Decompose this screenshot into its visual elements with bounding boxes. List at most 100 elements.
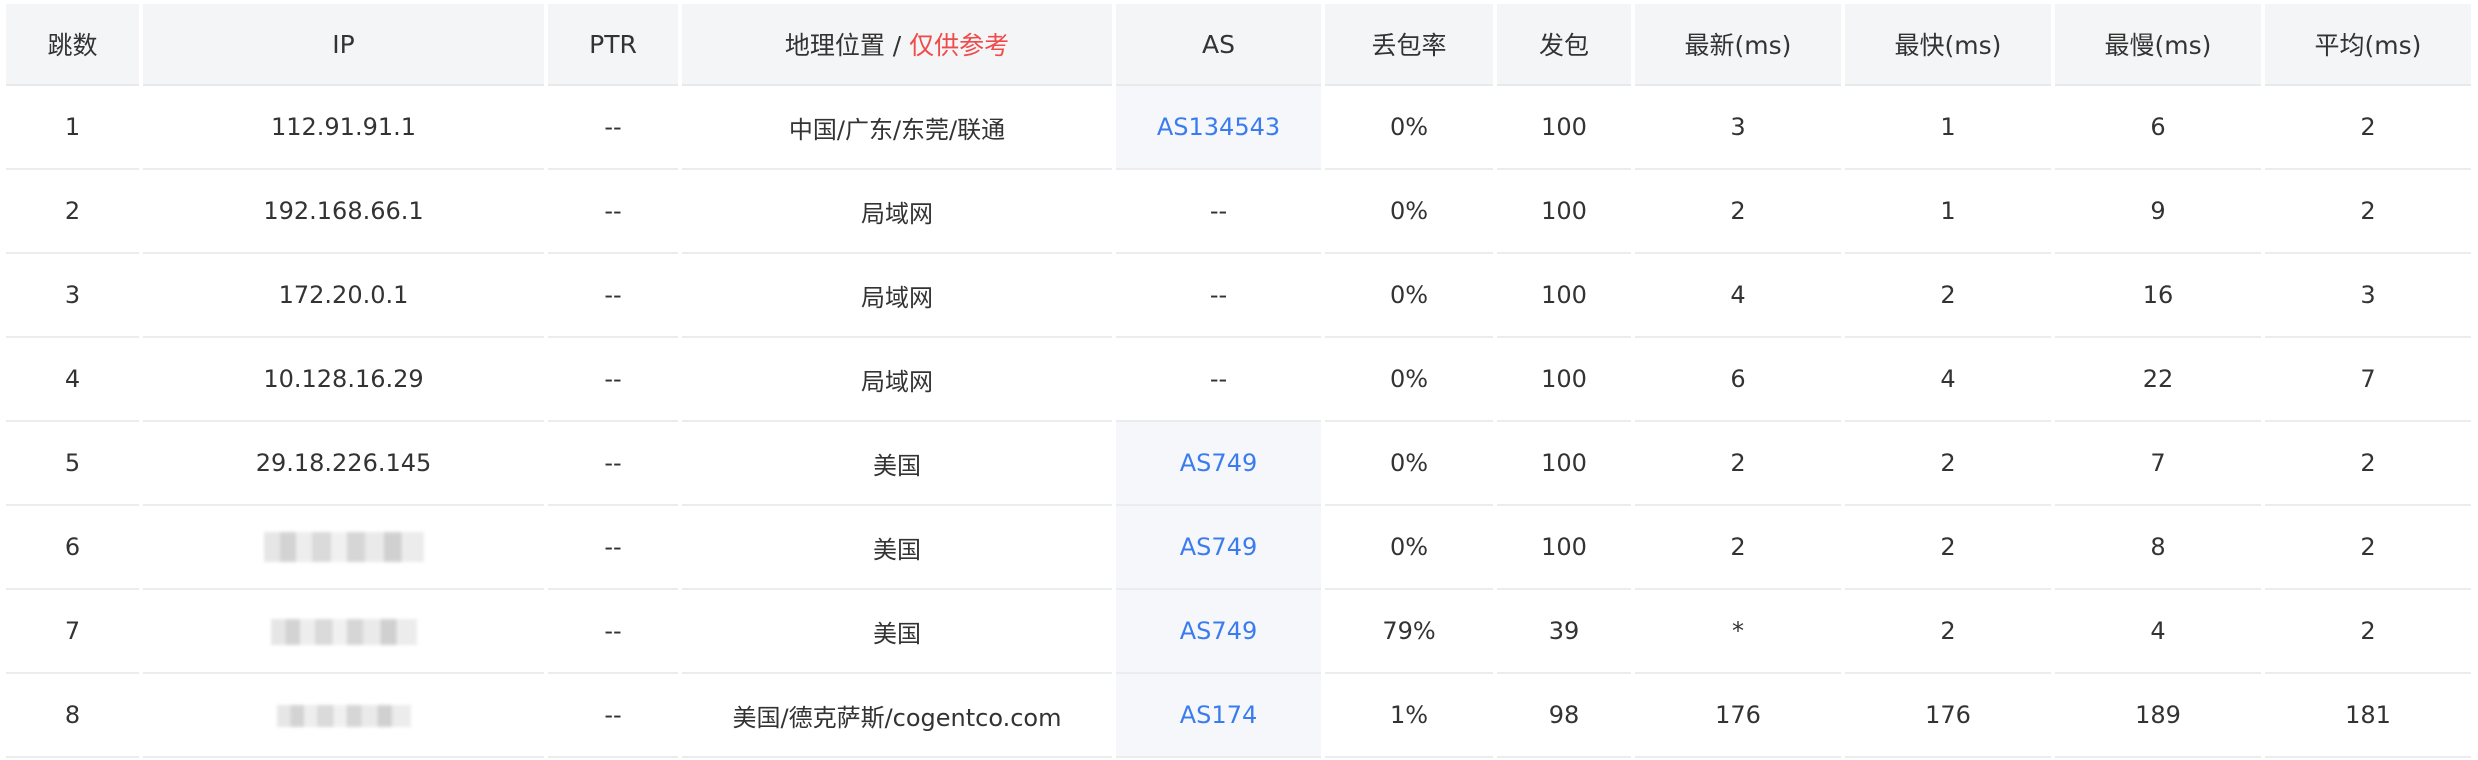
worst-cell: 16 xyxy=(2055,254,2261,338)
ptr-cell: -- xyxy=(548,254,678,338)
ip-cell: 10.128.16.29 xyxy=(143,338,544,422)
table-row: 6 -- 美国 AS749 0% 100 2 2 8 2 xyxy=(6,506,2471,590)
table-body: 1 112.91.91.1 -- 中国/广东/东莞/联通 AS134543 0%… xyxy=(6,86,2471,758)
sent-cell: 100 xyxy=(1497,170,1631,254)
header-geo: 地理位置 / 仅供参考 xyxy=(682,4,1112,86)
worst-cell: 9 xyxy=(2055,170,2261,254)
as-link[interactable]: AS749 xyxy=(1180,533,1257,561)
avg-cell: 2 xyxy=(2265,506,2471,590)
loss-cell: 0% xyxy=(1325,338,1493,422)
worst-cell: 8 xyxy=(2055,506,2261,590)
hop-cell: 8 xyxy=(6,674,139,758)
table-row: 5 29.18.226.145 -- 美国 AS749 0% 100 2 2 7… xyxy=(6,422,2471,506)
geo-cell: 局域网 xyxy=(682,254,1112,338)
as-link[interactable]: AS134543 xyxy=(1157,113,1280,141)
avg-cell: 2 xyxy=(2265,86,2471,170)
best-cell: 1 xyxy=(1845,170,2051,254)
header-hop: 跳数 xyxy=(6,4,139,86)
best-cell: 2 xyxy=(1845,506,2051,590)
table-header: 跳数 IP PTR 地理位置 / 仅供参考 AS 丢包率 发包 最新(ms) 最… xyxy=(6,4,2471,86)
avg-cell: 2 xyxy=(2265,590,2471,674)
hop-cell: 7 xyxy=(6,590,139,674)
header-last: 最新(ms) xyxy=(1635,4,1841,86)
loss-cell: 0% xyxy=(1325,422,1493,506)
table-row: 4 10.128.16.29 -- 局域网 -- 0% 100 6 4 22 7 xyxy=(6,338,2471,422)
as-link[interactable]: AS749 xyxy=(1180,449,1257,477)
worst-cell: 189 xyxy=(2055,674,2261,758)
ip-redacted xyxy=(276,705,411,727)
geo-cell: 中国/广东/东莞/联通 xyxy=(682,86,1112,170)
ip-cell xyxy=(143,506,544,590)
ip-cell: 112.91.91.1 xyxy=(143,86,544,170)
sent-cell: 98 xyxy=(1497,674,1631,758)
as-cell: AS134543 xyxy=(1116,86,1321,170)
avg-cell: 2 xyxy=(2265,170,2471,254)
last-cell: 2 xyxy=(1635,422,1841,506)
sent-cell: 100 xyxy=(1497,338,1631,422)
header-best: 最快(ms) xyxy=(1845,4,2051,86)
avg-cell: 7 xyxy=(2265,338,2471,422)
hop-cell: 5 xyxy=(6,422,139,506)
header-ptr: PTR xyxy=(548,4,678,86)
ptr-cell: -- xyxy=(548,170,678,254)
geo-cell: 局域网 xyxy=(682,170,1112,254)
sent-cell: 100 xyxy=(1497,422,1631,506)
last-cell: 2 xyxy=(1635,506,1841,590)
ptr-cell: -- xyxy=(548,86,678,170)
loss-cell: 79% xyxy=(1325,590,1493,674)
last-cell: * xyxy=(1635,590,1841,674)
geo-cell: 美国/德克萨斯/cogentco.com xyxy=(682,674,1112,758)
header-geo-separator: / xyxy=(884,31,910,60)
last-cell: 3 xyxy=(1635,86,1841,170)
as-cell: AS749 xyxy=(1116,590,1321,674)
loss-cell: 0% xyxy=(1325,254,1493,338)
ptr-cell: -- xyxy=(548,674,678,758)
hop-cell: 6 xyxy=(6,506,139,590)
geo-cell: 美国 xyxy=(682,422,1112,506)
header-sent: 发包 xyxy=(1497,4,1631,86)
avg-cell: 2 xyxy=(2265,422,2471,506)
last-cell: 2 xyxy=(1635,170,1841,254)
last-cell: 4 xyxy=(1635,254,1841,338)
sent-cell: 100 xyxy=(1497,86,1631,170)
sent-cell: 100 xyxy=(1497,506,1631,590)
as-cell: AS749 xyxy=(1116,422,1321,506)
hop-cell: 1 xyxy=(6,86,139,170)
header-ip: IP xyxy=(143,4,544,86)
ptr-cell: -- xyxy=(548,338,678,422)
header-as: AS xyxy=(1116,4,1321,86)
header-geo-label: 地理位置 xyxy=(784,31,885,60)
ptr-cell: -- xyxy=(548,590,678,674)
geo-cell: 美国 xyxy=(682,590,1112,674)
worst-cell: 6 xyxy=(2055,86,2261,170)
hop-cell: 3 xyxy=(6,254,139,338)
header-row: 跳数 IP PTR 地理位置 / 仅供参考 AS 丢包率 发包 最新(ms) 最… xyxy=(6,4,2471,86)
as-link[interactable]: AS749 xyxy=(1180,617,1257,645)
hop-cell: 2 xyxy=(6,170,139,254)
best-cell: 2 xyxy=(1845,422,2051,506)
header-worst: 最慢(ms) xyxy=(2055,4,2261,86)
best-cell: 2 xyxy=(1845,590,2051,674)
ip-cell xyxy=(143,674,544,758)
loss-cell: 1% xyxy=(1325,674,1493,758)
table-row: 8 -- 美国/德克萨斯/cogentco.com AS174 1% 98 17… xyxy=(6,674,2471,758)
avg-cell: 181 xyxy=(2265,674,2471,758)
ip-cell: 172.20.0.1 xyxy=(143,254,544,338)
worst-cell: 22 xyxy=(2055,338,2261,422)
ip-redacted xyxy=(270,619,417,645)
best-cell: 176 xyxy=(1845,674,2051,758)
as-link[interactable]: AS174 xyxy=(1180,701,1257,729)
ptr-cell: -- xyxy=(548,422,678,506)
loss-cell: 0% xyxy=(1325,506,1493,590)
best-cell: 4 xyxy=(1845,338,2051,422)
ptr-cell: -- xyxy=(548,506,678,590)
avg-cell: 3 xyxy=(2265,254,2471,338)
worst-cell: 7 xyxy=(2055,422,2261,506)
geo-cell: 美国 xyxy=(682,506,1112,590)
sent-cell: 39 xyxy=(1497,590,1631,674)
table-row: 2 192.168.66.1 -- 局域网 -- 0% 100 2 1 9 2 xyxy=(6,170,2471,254)
as-cell: AS749 xyxy=(1116,506,1321,590)
last-cell: 6 xyxy=(1635,338,1841,422)
header-loss: 丢包率 xyxy=(1325,4,1493,86)
table-row: 7 -- 美国 AS749 79% 39 * 2 4 2 xyxy=(6,590,2471,674)
